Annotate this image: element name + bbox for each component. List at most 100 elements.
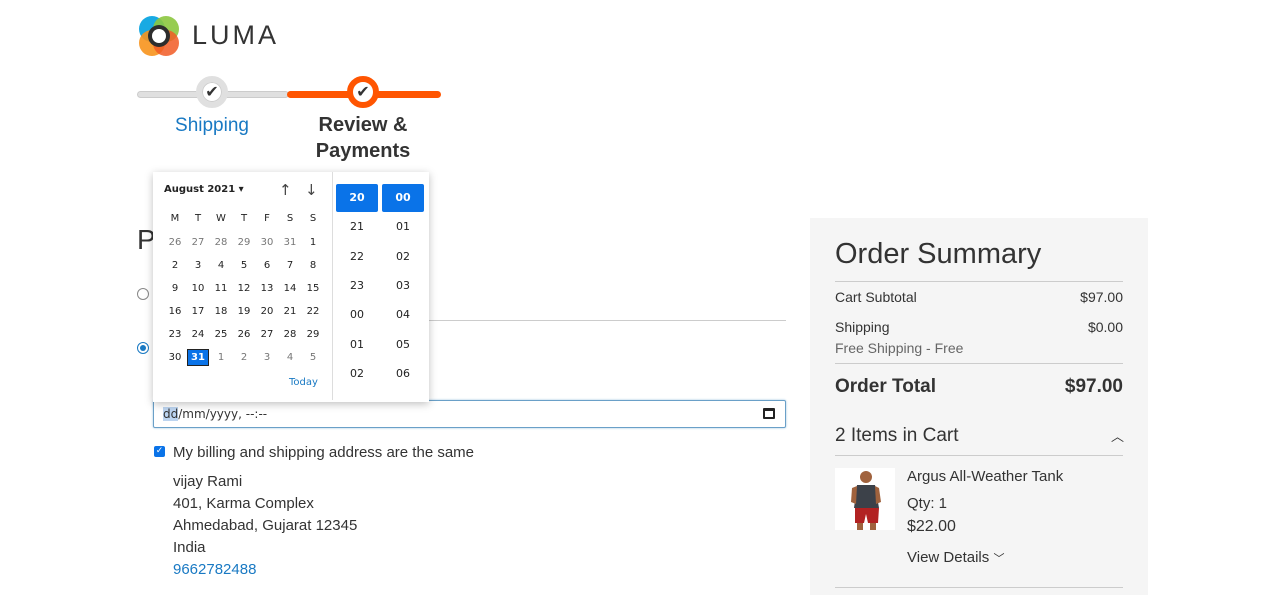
calendar-day[interactable]: 25 xyxy=(210,326,232,343)
same-address-checkbox[interactable]: ✓ xyxy=(154,446,165,457)
hour-option[interactable]: 00 xyxy=(336,301,378,329)
calendar-day[interactable]: 3 xyxy=(187,257,209,274)
calendar-day[interactable]: 28 xyxy=(279,326,301,343)
calendar-day[interactable]: 2 xyxy=(233,349,255,366)
weekday-header: T xyxy=(194,213,202,224)
datetime-rest-segments[interactable]: /mm/yyyy, --:-- xyxy=(178,407,267,421)
calendar-day[interactable]: 7 xyxy=(279,257,301,274)
section-divider xyxy=(428,320,786,321)
calendar-day[interactable]: 30 xyxy=(256,234,278,251)
payment-option-radio[interactable] xyxy=(137,288,149,300)
calendar-day[interactable]: 5 xyxy=(233,257,255,274)
view-details-toggle[interactable]: View Details ﹀ xyxy=(907,549,1004,566)
minute-option[interactable]: 05 xyxy=(382,331,424,359)
order-total-value: $97.00 xyxy=(1064,376,1123,397)
summary-divider xyxy=(835,455,1123,456)
calendar-day[interactable]: 28 xyxy=(210,234,232,251)
payment-option-radio-selected[interactable] xyxy=(137,342,149,354)
hour-option-selected[interactable]: 20 xyxy=(336,184,378,212)
brand-name[interactable]: LUMA xyxy=(192,20,279,51)
calendar-day[interactable]: 26 xyxy=(233,326,255,343)
calendar-day[interactable]: 24 xyxy=(187,326,209,343)
calendar-day[interactable]: 11 xyxy=(210,280,232,297)
billing-city: Ahmedabad, Gujarat 12345 xyxy=(173,517,358,534)
calendar-day[interactable]: 26 xyxy=(164,234,186,251)
calendar-day[interactable]: 22 xyxy=(302,303,324,320)
minute-option[interactable]: 06 xyxy=(382,360,424,388)
calendar-day[interactable]: 12 xyxy=(233,280,255,297)
billing-name: vijay Rami xyxy=(173,473,243,490)
month-year-dropdown[interactable]: August 2021 ▾ xyxy=(164,184,244,195)
weekday-header: S xyxy=(286,213,294,224)
same-address-label[interactable]: My billing and shipping address are the … xyxy=(173,444,474,461)
calendar-day[interactable]: 31 xyxy=(279,234,301,251)
hour-option[interactable]: 21 xyxy=(336,213,378,241)
minute-option[interactable]: 03 xyxy=(382,272,424,300)
hour-option[interactable]: 01 xyxy=(336,331,378,359)
calendar-icon[interactable] xyxy=(763,408,775,419)
calendar-day[interactable]: 1 xyxy=(302,234,324,251)
weekday-header: M xyxy=(170,213,180,224)
product-thumbnail xyxy=(835,468,895,530)
arrow-down-icon[interactable]: ↓ xyxy=(305,181,318,199)
calendar-day[interactable]: 6 xyxy=(256,257,278,274)
calendar-day[interactable]: 18 xyxy=(210,303,232,320)
items-in-cart-toggle[interactable]: 2 Items in Cart xyxy=(835,425,959,447)
step-shipping-link[interactable]: Shipping xyxy=(150,115,274,137)
step-shipping-marker: ✔ xyxy=(196,76,228,108)
calendar-day-selected[interactable]: 31 xyxy=(187,349,209,366)
arrow-up-icon[interactable]: ↑ xyxy=(279,181,292,199)
minute-option[interactable]: 01 xyxy=(382,213,424,241)
calendar-day[interactable]: 5 xyxy=(302,349,324,366)
datetime-input[interactable]: dd/mm/yyyy, --:-- xyxy=(153,400,786,428)
minute-option[interactable]: 02 xyxy=(382,243,424,271)
weekday-header: F xyxy=(264,213,270,224)
calendar-day[interactable]: 29 xyxy=(233,234,255,251)
calendar-day[interactable]: 16 xyxy=(164,303,186,320)
calendar-day[interactable]: 3 xyxy=(256,349,278,366)
shipping-value: $0.00 xyxy=(1087,319,1123,335)
hour-option[interactable]: 23 xyxy=(336,272,378,300)
picker-divider xyxy=(332,172,333,400)
calendar-day[interactable]: 10 xyxy=(187,280,209,297)
calendar-day[interactable]: 21 xyxy=(279,303,301,320)
calendar-day[interactable]: 4 xyxy=(210,257,232,274)
summary-divider xyxy=(835,587,1123,588)
calendar-day[interactable]: 8 xyxy=(302,257,324,274)
calendar-day[interactable]: 13 xyxy=(256,280,278,297)
cart-subtotal-value: $97.00 xyxy=(1080,289,1123,305)
hour-option[interactable]: 22 xyxy=(336,243,378,271)
billing-phone-link[interactable]: 9662782488 xyxy=(173,561,256,578)
datetime-day-segment[interactable]: dd xyxy=(163,407,179,421)
calendar-day[interactable]: 30 xyxy=(164,349,186,366)
calendar-day[interactable]: 27 xyxy=(187,234,209,251)
hour-option[interactable]: 02 xyxy=(336,360,378,388)
calendar-day[interactable]: 1 xyxy=(210,349,232,366)
calendar-day[interactable]: 4 xyxy=(279,349,301,366)
calendar-day[interactable]: 17 xyxy=(187,303,209,320)
minute-option[interactable]: 04 xyxy=(382,301,424,329)
calendar-day[interactable]: 2 xyxy=(164,257,186,274)
calendar-day[interactable]: 19 xyxy=(233,303,255,320)
calendar-day[interactable]: 14 xyxy=(279,280,301,297)
calendar-day[interactable]: 20 xyxy=(256,303,278,320)
calendar-day[interactable]: 23 xyxy=(164,326,186,343)
product-name: Argus All-Weather Tank xyxy=(907,468,1064,485)
product-price: $22.00 xyxy=(907,518,956,535)
calendar-day[interactable]: 29 xyxy=(302,326,324,343)
calendar-day[interactable]: 27 xyxy=(256,326,278,343)
calendar-day[interactable]: 15 xyxy=(302,280,324,297)
chevron-up-icon[interactable]: ︿ xyxy=(1111,426,1124,445)
product-qty: Qty: 1 xyxy=(907,495,948,512)
today-button[interactable]: Today xyxy=(289,377,318,388)
weekday-header: T xyxy=(240,213,248,224)
weekday-header: S xyxy=(309,213,317,224)
billing-street: 401, Karma Complex xyxy=(173,495,314,512)
luma-logo-icon[interactable] xyxy=(138,15,180,57)
calendar-day[interactable]: 9 xyxy=(164,280,186,297)
summary-divider xyxy=(835,281,1123,282)
order-summary-panel xyxy=(810,218,1148,595)
weekday-header: W xyxy=(216,213,226,224)
checkmark-icon: ✔ xyxy=(205,82,219,101)
minute-option-selected[interactable]: 00 xyxy=(382,184,424,212)
